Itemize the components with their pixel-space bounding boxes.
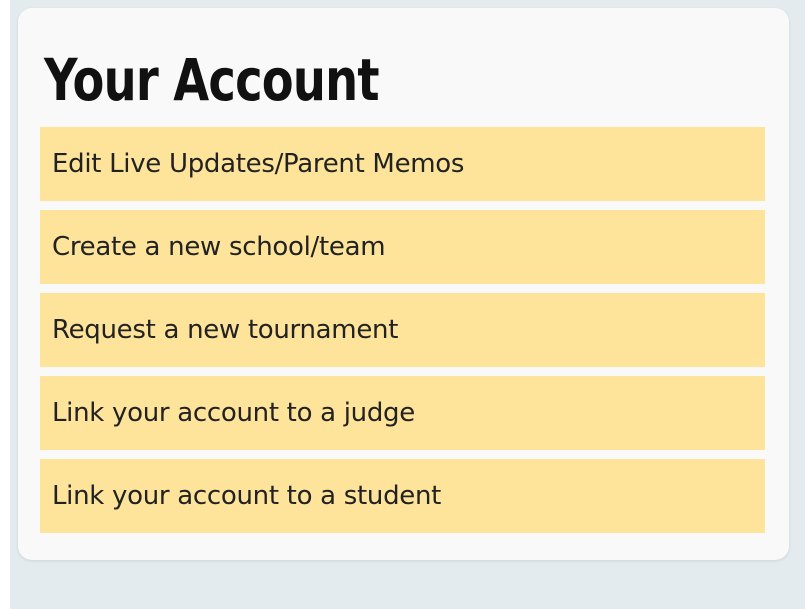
- menu-item-label[interactable]: Link your account to a judge: [52, 398, 415, 428]
- menu-item-label[interactable]: Create a new school/team: [52, 232, 386, 262]
- account-title: Your Account: [44, 46, 380, 114]
- menu-item-label[interactable]: Link your account to a student: [52, 481, 441, 511]
- menu-item-label[interactable]: Request a new tournament: [52, 315, 398, 345]
- menu-item-edit-live-updates[interactable]: Edit Live Updates/Parent Memos: [40, 127, 765, 201]
- menu-item-request-tournament[interactable]: Request a new tournament: [40, 293, 765, 367]
- account-menu: Edit Live Updates/Parent Memos Create a …: [40, 127, 765, 533]
- account-card: Your Account Edit Live Updates/Parent Me…: [18, 8, 789, 560]
- menu-item-create-school-team[interactable]: Create a new school/team: [40, 210, 765, 284]
- menu-item-link-judge[interactable]: Link your account to a judge: [40, 376, 765, 450]
- menu-item-link-student[interactable]: Link your account to a student: [40, 459, 765, 533]
- menu-item-label[interactable]: Edit Live Updates/Parent Memos: [52, 149, 464, 179]
